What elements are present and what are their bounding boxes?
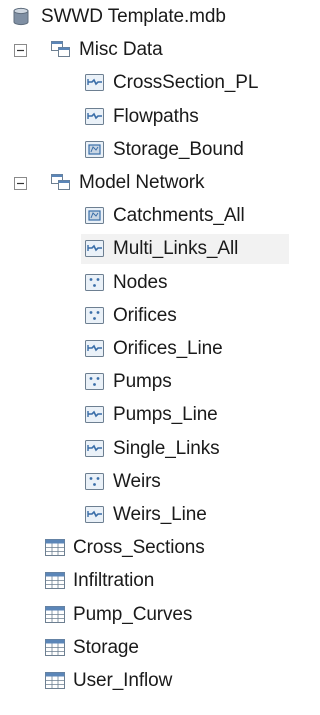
tree-item-weirs-line[interactable]: Weirs_Line <box>81 500 207 530</box>
table-icon <box>44 671 66 691</box>
tree-table-storage-label: Storage <box>73 636 139 658</box>
table-icon <box>44 538 66 558</box>
collapse-toggle-icon[interactable] <box>14 43 27 57</box>
tree-item-flowpaths[interactable]: Flowpaths <box>81 102 199 132</box>
tree-item-catchments-all-label: Catchments_All <box>113 205 245 227</box>
tree-table-cross-sections-label: Cross_Sections <box>73 537 205 559</box>
collapse-toggle-icon[interactable] <box>14 176 27 190</box>
tree-item-weirs-line-label: Weirs_Line <box>113 504 207 525</box>
tree-root-database[interactable]: SWWD Template.mdb <box>9 2 226 32</box>
tree-item-multi-links-all[interactable]: Multi_Links_All <box>81 234 289 265</box>
point-feature-class-icon <box>84 273 106 293</box>
tree-item-orifices-line-label: Orifices_Line <box>113 338 223 359</box>
tree-item-pumps-label: Pumps <box>113 371 172 393</box>
feature-dataset-icon <box>50 40 72 60</box>
tree-item-orifices-label: Orifices <box>113 304 177 326</box>
tree-item-single-links[interactable]: Single_Links <box>81 434 220 464</box>
table-icon <box>44 638 66 658</box>
tree-item-catchments-all[interactable]: Catchments_All <box>81 201 245 231</box>
tree-root-database-label: SWWD Template.mdb <box>41 6 226 27</box>
tree-table-user-inflow[interactable]: User_Inflow <box>41 666 172 696</box>
tree-item-multi-links-all-label: Multi_Links_All <box>113 238 239 260</box>
tree-item-storage-bound[interactable]: Storage_Bound <box>81 135 244 165</box>
tree-group-model-network-label: Model Network <box>79 172 205 193</box>
tree-table-infiltration-label: Infiltration <box>73 570 155 592</box>
tree-table-storage[interactable]: Storage <box>41 633 139 663</box>
tree-group-misc-data[interactable]: Misc Data <box>47 35 163 65</box>
tree-item-flowpaths-label: Flowpaths <box>113 105 199 127</box>
tree-item-orifices-line[interactable]: Orifices_Line <box>81 334 223 364</box>
line-feature-class-icon <box>84 339 106 359</box>
tree-item-crosssection-pl-label: CrossSection_PL <box>113 72 259 94</box>
point-feature-class-icon <box>84 472 106 492</box>
point-feature-class-icon <box>84 372 106 392</box>
line-feature-class-icon <box>84 73 106 93</box>
point-feature-class-icon <box>84 306 106 326</box>
tree-table-cross-sections[interactable]: Cross_Sections <box>41 533 205 563</box>
line-feature-class-icon <box>84 439 106 459</box>
tree-item-nodes[interactable]: Nodes <box>81 268 168 298</box>
polygon-feature-class-icon <box>84 140 106 160</box>
polygon-feature-class-icon <box>84 206 106 226</box>
tree-table-infiltration[interactable]: Infiltration <box>41 566 154 596</box>
tree-item-pumps[interactable]: Pumps <box>81 367 172 397</box>
database-icon <box>12 7 34 27</box>
tree-group-misc-data-label: Misc Data <box>79 39 163 61</box>
tree-table-pump-curves[interactable]: Pump_Curves <box>41 600 192 630</box>
tree-item-weirs-label: Weirs <box>113 470 161 492</box>
tree-table-pump-curves-label: Pump_Curves <box>73 603 193 625</box>
tree-group-model-network[interactable]: Model Network <box>47 168 205 198</box>
line-feature-class-icon <box>84 405 106 425</box>
tree-item-nodes-label: Nodes <box>113 271 168 293</box>
line-feature-class-icon <box>84 239 106 259</box>
tree-item-pumps-line[interactable]: Pumps_Line <box>81 400 218 430</box>
tree-item-crosssection-pl[interactable]: CrossSection_PL <box>81 68 258 98</box>
tree-item-single-links-label: Single_Links <box>113 437 220 459</box>
table-icon <box>44 571 66 591</box>
tree-item-orifices[interactable]: Orifices <box>81 301 177 331</box>
catalog-tree: SWWD Template.mdb Misc Data CrossSection… <box>0 0 299 715</box>
line-feature-class-icon <box>84 505 106 525</box>
line-feature-class-icon <box>84 107 106 127</box>
tree-item-pumps-line-label: Pumps_Line <box>113 404 218 426</box>
feature-dataset-icon <box>50 173 72 193</box>
tree-item-storage-bound-label: Storage_Bound <box>113 138 244 160</box>
tree-table-user-inflow-label: User_Inflow <box>73 670 173 691</box>
tree-item-weirs[interactable]: Weirs <box>81 467 161 497</box>
table-icon <box>44 605 66 625</box>
